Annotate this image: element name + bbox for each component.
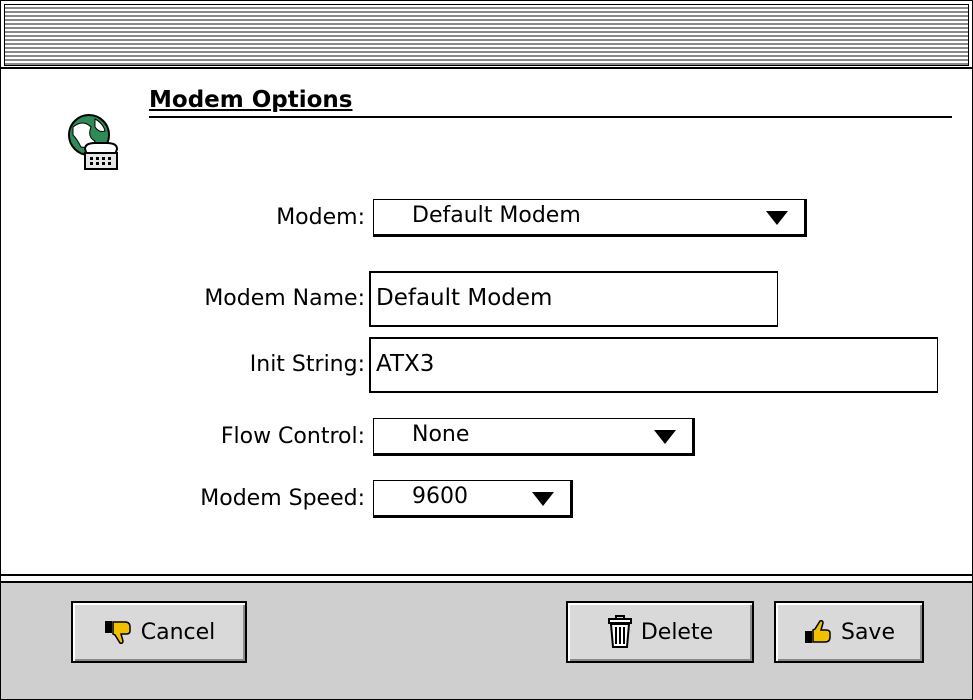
modem-name-value: Default Modem [376, 285, 553, 311]
button-bar-separator [1, 574, 972, 583]
save-button-label: Save [840, 619, 895, 645]
button-bar: Cancel Delete Save [1, 583, 972, 699]
modem-select-value: Default Modem [412, 203, 581, 228]
dialog-content: Modem Options Modem: Default Modem Modem… [1, 69, 972, 574]
flow-control-label: Flow Control: [220, 424, 365, 449]
modem-select[interactable]: Default Modem [373, 199, 807, 237]
flow-control-select[interactable]: None [373, 418, 695, 456]
delete-button-label: Delete [640, 619, 714, 645]
init-string-value: ATX3 [376, 351, 435, 377]
title-bar[interactable] [4, 4, 969, 66]
trash-icon [607, 615, 632, 648]
dialog-heading: Modem Options [149, 87, 353, 113]
thumbs-up-icon [804, 620, 831, 643]
chevron-down-icon [532, 492, 554, 506]
modem-speed-label: Modem Speed: [200, 486, 365, 511]
cancel-button[interactable]: Cancel [71, 601, 247, 663]
globe-phone-icon [61, 109, 125, 175]
modem-name-label: Modem Name: [204, 286, 365, 311]
init-string-field[interactable]: ATX3 [369, 337, 938, 393]
chevron-down-icon [654, 430, 676, 444]
delete-button[interactable]: Delete [566, 601, 754, 663]
save-button[interactable]: Save [774, 601, 924, 663]
init-string-label: Init String: [249, 352, 365, 377]
cancel-button-label: Cancel [140, 619, 216, 645]
modem-speed-value: 9600 [412, 484, 468, 509]
modem-label: Modem: [276, 205, 365, 230]
heading-rule [149, 116, 952, 118]
flow-control-value: None [412, 422, 470, 447]
modem-options-window: Modem Options Modem: Default Modem Modem… [0, 0, 973, 700]
modem-speed-select[interactable]: 9600 [373, 480, 573, 518]
modem-name-field[interactable]: Default Modem [369, 271, 778, 327]
thumbs-down-icon [104, 621, 131, 644]
chevron-down-icon [766, 211, 788, 225]
